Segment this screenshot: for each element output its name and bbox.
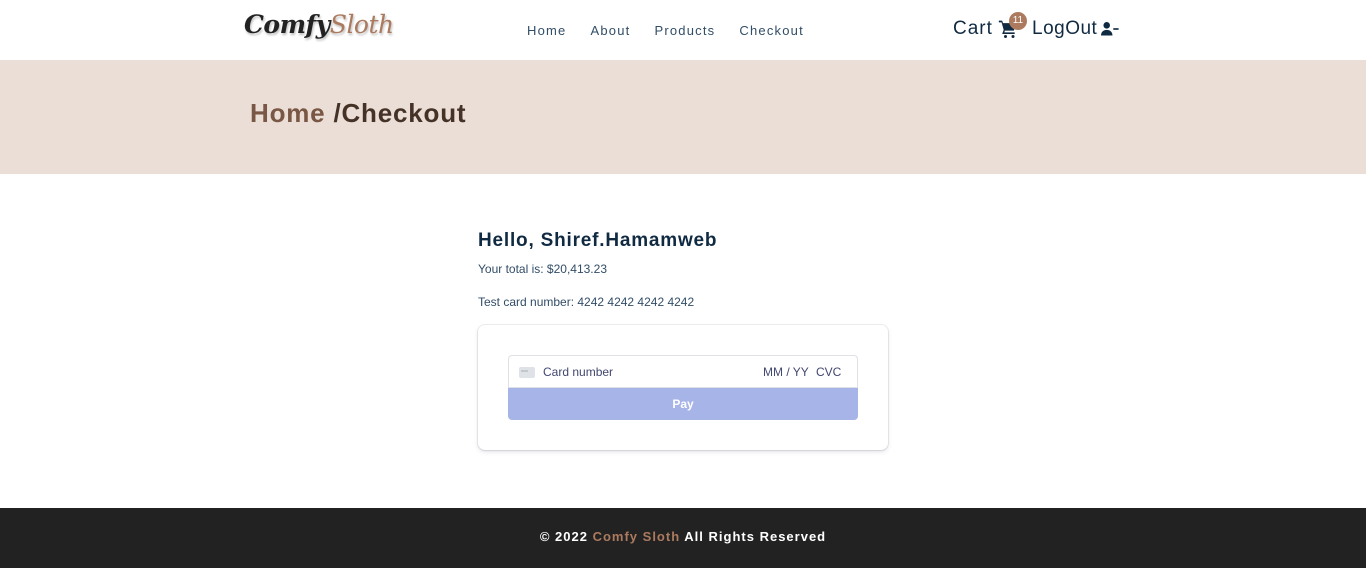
- footer-copyright: © 2022 Comfy Sloth All Rights Reserved: [0, 529, 1366, 544]
- cart-button[interactable]: Cart 11: [953, 12, 1027, 40]
- card-brand-icon: [519, 367, 535, 378]
- breadcrumb-home-link[interactable]: Home: [250, 98, 325, 128]
- nav-link-about[interactable]: About: [590, 23, 630, 38]
- pay-button[interactable]: Pay: [508, 388, 858, 420]
- card-number-placeholder[interactable]: Card number: [543, 365, 613, 379]
- logo[interactable]: ComfySloth: [244, 10, 394, 39]
- footer-suffix: All Rights Reserved: [684, 529, 827, 544]
- logo-text-comfy: Comfy: [244, 10, 330, 39]
- nav-link-products[interactable]: Products: [654, 23, 715, 38]
- footer: © 2022 Comfy Sloth All Rights Reserved: [0, 508, 1366, 568]
- navbar: ComfySloth Home About Products Checkout …: [0, 0, 1366, 60]
- logout-label: LogOut: [1032, 18, 1098, 39]
- logout-button[interactable]: LogOut: [1032, 18, 1119, 40]
- order-total: Your total is: $20,413.23: [478, 262, 607, 276]
- cart-label: Cart: [953, 18, 993, 39]
- nav-links: Home About Products Checkout: [527, 23, 828, 38]
- nav-link-checkout[interactable]: Checkout: [739, 23, 804, 38]
- greeting-heading: Hello, Shiref.Hamamweb: [478, 230, 718, 251]
- payment-form: Card number MM / YY CVC Pay: [478, 325, 888, 450]
- card-expiry-placeholder[interactable]: MM / YY: [763, 365, 809, 379]
- card-element-input[interactable]: Card number MM / YY CVC: [508, 355, 858, 388]
- cart-icon: 11: [998, 12, 1027, 39]
- breadcrumb: Home /Checkout: [250, 98, 466, 129]
- footer-brand: Comfy Sloth: [592, 529, 681, 544]
- footer-prefix: © 2022: [539, 529, 593, 544]
- breadcrumb-current: /Checkout: [325, 98, 467, 128]
- user-minus-icon: [1101, 21, 1119, 37]
- cart-count-badge: 11: [1008, 12, 1027, 30]
- test-card-info: Test card number: 4242 4242 4242 4242: [478, 295, 695, 309]
- nav-link-home[interactable]: Home: [527, 23, 566, 38]
- page-hero: Home /Checkout: [0, 60, 1366, 174]
- logo-text-sloth: Sloth: [329, 10, 394, 39]
- card-cvc-placeholder[interactable]: CVC: [816, 365, 841, 379]
